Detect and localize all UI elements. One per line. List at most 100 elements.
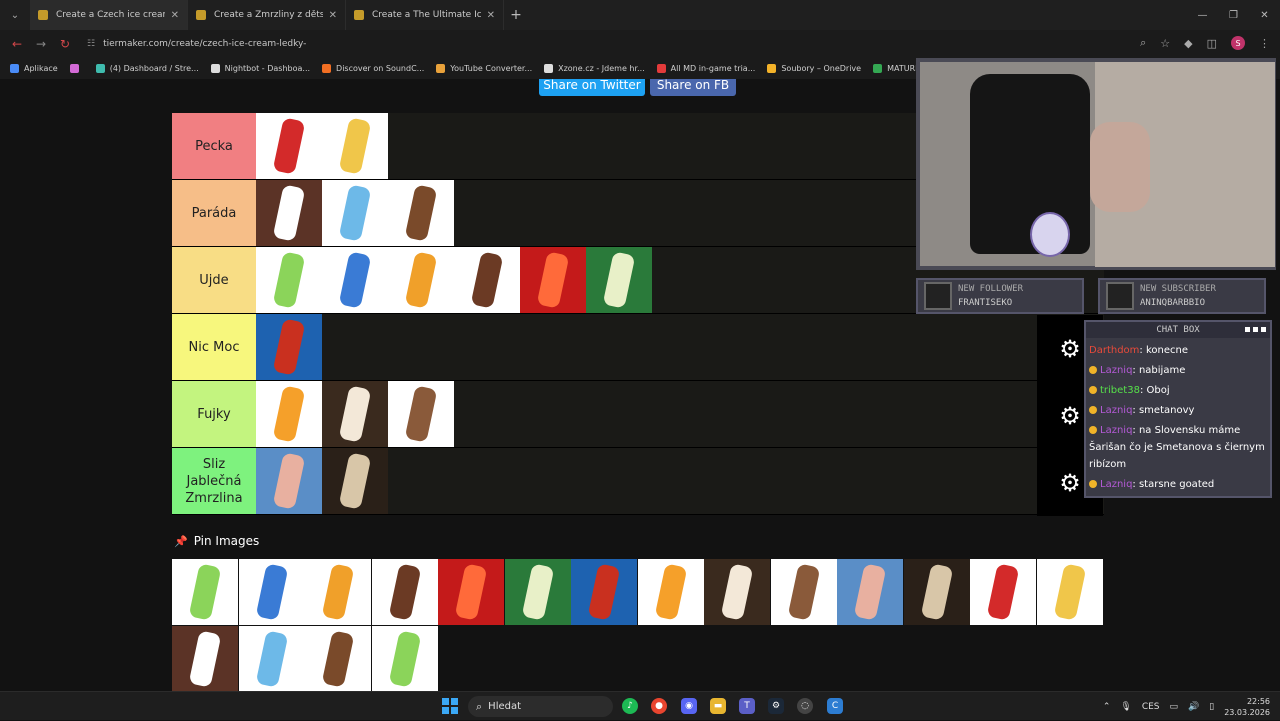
ice-cream-tile[interactable] xyxy=(704,559,770,625)
close-tab-icon[interactable]: ✕ xyxy=(487,10,495,21)
ice-cream-tile[interactable] xyxy=(837,559,903,625)
ice-cream-tile[interactable] xyxy=(388,247,454,313)
zoom-icon[interactable]: ⌕ xyxy=(1140,36,1146,50)
tier-label[interactable]: Ujde xyxy=(172,247,256,313)
ice-cream-tile[interactable] xyxy=(322,247,388,313)
ice-cream-tile[interactable] xyxy=(305,559,371,625)
bookmark-item[interactable] xyxy=(69,63,84,73)
ice-cream-tile[interactable] xyxy=(238,559,305,625)
ice-cream-tile[interactable] xyxy=(454,247,520,313)
bookmark-item[interactable]: Soubory – OneDrive xyxy=(767,63,861,73)
ice-cream-tile[interactable] xyxy=(322,448,388,514)
ice-cream-tile[interactable] xyxy=(438,559,504,625)
puzzle-icon[interactable]: ◫ xyxy=(1207,37,1217,50)
ice-cream-tile[interactable] xyxy=(970,559,1036,625)
back-arrow-icon[interactable]: ← xyxy=(5,37,29,51)
tier-label[interactable]: Pecka xyxy=(172,113,256,179)
ice-cream-tile[interactable] xyxy=(322,180,388,246)
ice-cream-tile[interactable] xyxy=(256,247,322,313)
url-field[interactable]: ☷ tiermaker.com/create/czech-ice-cream-l… xyxy=(87,39,306,49)
tier-label[interactable]: Paráda xyxy=(172,180,256,246)
ice-cream-tile[interactable] xyxy=(322,381,388,447)
tier-label[interactable]: Fujky xyxy=(172,381,256,447)
close-tab-icon[interactable]: ✕ xyxy=(329,10,337,21)
webcam-mascot-figure xyxy=(1030,212,1070,257)
network-icon[interactable]: ▭ xyxy=(1170,702,1179,712)
chat-username: Lazniq xyxy=(1100,405,1133,416)
new-subscriber-name: ANINQBARBBIO xyxy=(1140,298,1206,308)
reload-icon[interactable]: ↻ xyxy=(53,37,77,51)
volume-icon[interactable]: 🔊 xyxy=(1188,702,1199,712)
ice-cream-tile[interactable] xyxy=(256,113,322,179)
ice-cream-graphic xyxy=(454,563,488,621)
ice-cream-tile[interactable] xyxy=(172,559,238,625)
discord-icon[interactable]: ◉ xyxy=(681,698,697,714)
extension-icon[interactable]: ◆ xyxy=(1184,37,1192,50)
chevron-up-icon[interactable]: ⌃ xyxy=(1103,702,1111,712)
minimize-icon[interactable]: — xyxy=(1187,0,1218,30)
bookmark-item[interactable]: Aplikace xyxy=(10,63,58,73)
chat-text: : konecne xyxy=(1139,345,1188,356)
ice-cream-tile[interactable] xyxy=(571,559,637,625)
windows-start-icon[interactable] xyxy=(442,698,458,714)
share-twitter-button[interactable]: Share on Twitter xyxy=(539,79,645,96)
site-info-icon[interactable]: ☷ xyxy=(87,39,95,49)
bookmark-item[interactable]: Nightbot - Dashboa... xyxy=(210,63,310,73)
tab-search-icon[interactable]: ⌄ xyxy=(0,10,30,21)
tier-label[interactable]: Nic Moc xyxy=(172,314,256,380)
new-tab-button[interactable]: + xyxy=(504,7,528,23)
tab-zmrzliny[interactable]: Create a Zmrzliny z dětství Tier ✕ xyxy=(188,0,346,30)
steam-icon[interactable]: ⚙ xyxy=(768,698,784,714)
language-indicator[interactable]: CES xyxy=(1142,702,1160,712)
close-window-icon[interactable]: ✕ xyxy=(1249,0,1280,30)
tab-ultimate-ice-cream[interactable]: Create a The Ultimate Ice Cream ✕ xyxy=(346,0,504,30)
chrome-icon[interactable]: ● xyxy=(651,698,667,714)
ice-cream-tile[interactable] xyxy=(305,626,371,691)
ice-cream-tile[interactable] xyxy=(388,381,454,447)
ice-cream-tile[interactable] xyxy=(256,180,322,246)
ice-cream-tile[interactable] xyxy=(586,247,652,313)
maximize-icon[interactable]: ❐ xyxy=(1218,0,1249,30)
app-icon[interactable]: C xyxy=(827,698,843,714)
bookmark-item[interactable]: Xzone.cz - Jdeme hr... xyxy=(544,63,645,73)
menu-icon[interactable]: ⋮ xyxy=(1259,37,1270,50)
file-explorer-icon[interactable]: ▬ xyxy=(710,698,726,714)
ice-cream-tile[interactable] xyxy=(637,559,704,625)
toolbar-icons: ⌕ ☆ ◆ ◫ S ⋮ xyxy=(1140,36,1270,50)
tier-label[interactable]: Sliz Jablečná Zmrzlina xyxy=(172,448,256,514)
forward-arrow-icon[interactable]: → xyxy=(29,37,53,51)
profile-avatar-icon[interactable]: S xyxy=(1231,36,1245,50)
ice-cream-tile[interactable] xyxy=(172,626,238,691)
ice-cream-tile[interactable] xyxy=(256,448,322,514)
ice-cream-tile[interactable] xyxy=(371,559,438,625)
bookmark-item[interactable]: Discover on SoundC... xyxy=(322,63,424,73)
chat-username: Lazniq xyxy=(1100,479,1133,490)
close-tab-icon[interactable]: ✕ xyxy=(171,10,179,21)
tiermaker-favicon-icon xyxy=(38,10,48,20)
microphone-icon[interactable]: 🎙 xyxy=(1120,702,1131,712)
ice-cream-tile[interactable] xyxy=(256,381,322,447)
bookmark-item[interactable]: All MD in-game tria... xyxy=(656,63,755,73)
battery-icon[interactable]: ▯ xyxy=(1209,702,1214,712)
ice-cream-tile[interactable] xyxy=(238,626,305,691)
clock[interactable]: 22:56 23.03.2026 xyxy=(1224,696,1270,718)
ice-cream-tile[interactable] xyxy=(770,559,837,625)
bookmark-item[interactable]: YouTube Converter... xyxy=(436,63,532,73)
bookmark-item[interactable]: (4) Dashboard / Stre... xyxy=(95,63,199,73)
ice-cream-tile[interactable] xyxy=(504,559,571,625)
obs-icon[interactable]: ◌ xyxy=(797,698,813,714)
tab-czech-ice-cream[interactable]: Create a Czech ice cream (ledňá ✕ xyxy=(30,0,188,30)
ice-cream-tile[interactable] xyxy=(388,180,454,246)
ice-cream-tile[interactable] xyxy=(256,314,322,380)
ice-cream-tile[interactable] xyxy=(520,247,586,313)
ice-cream-tile[interactable] xyxy=(371,626,438,691)
bookmark-star-icon[interactable]: ☆ xyxy=(1160,37,1170,50)
ice-cream-tile[interactable] xyxy=(1036,559,1103,625)
teams-icon[interactable]: T xyxy=(739,698,755,714)
ice-cream-tile[interactable] xyxy=(903,559,970,625)
pin-images-toggle[interactable]: 📌 Pin Images xyxy=(174,534,259,548)
share-facebook-button[interactable]: Share on FB xyxy=(650,79,736,96)
ice-cream-tile[interactable] xyxy=(322,113,388,179)
spotify-icon[interactable]: ♪ xyxy=(622,698,638,714)
taskbar-search[interactable]: ⌕ Hledat xyxy=(468,696,613,717)
